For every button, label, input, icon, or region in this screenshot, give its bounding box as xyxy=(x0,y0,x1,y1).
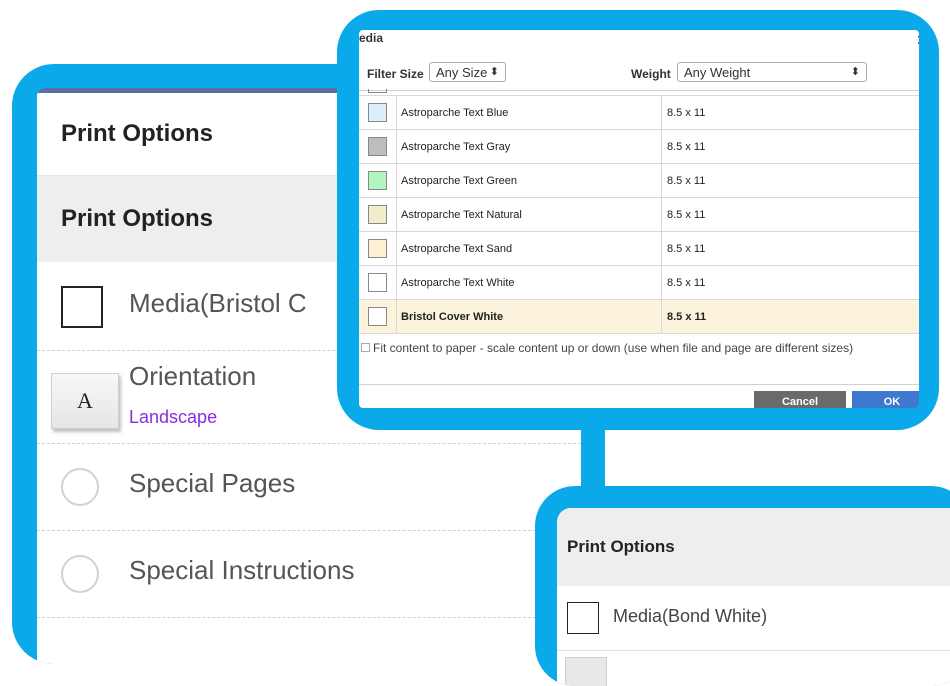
media-dialog: edia × Filter Size Any Size ⬍ Weight Any… xyxy=(359,30,919,408)
filter-bar: Filter Size Any Size ⬍ Weight Any Weight… xyxy=(359,58,919,91)
media-size: 8.5 x 11 xyxy=(661,129,919,164)
media-name: Astroparche Text Sand xyxy=(396,231,662,266)
media-size: 8.5 x 11 xyxy=(661,299,919,334)
color-swatch xyxy=(368,103,387,122)
media-label: Media(Bristol C xyxy=(129,288,307,318)
bottom-media-checkbox[interactable] xyxy=(567,602,599,634)
media-name: Bristol Cover White xyxy=(396,299,662,334)
orientation-value: Landscape xyxy=(129,407,218,427)
media-size: 8.5 x 11 xyxy=(661,96,919,130)
option-special-instructions[interactable]: Special Instructions xyxy=(37,531,581,618)
ok-button[interactable]: OK xyxy=(852,391,919,408)
color-swatch xyxy=(368,307,387,326)
media-checkbox[interactable] xyxy=(61,286,103,328)
fit-content-checkbox[interactable] xyxy=(361,343,370,353)
media-size: 8.5 x 11 xyxy=(661,265,919,300)
orientation-label: Orientation xyxy=(129,361,257,391)
bottom-option-orientation[interactable] xyxy=(557,651,950,686)
media-name: Astroparche Text Gray xyxy=(396,129,662,164)
size-select[interactable]: Any Size ⬍ xyxy=(429,62,506,82)
bottom-media-label: Media(Bond White) xyxy=(613,606,768,626)
scrolled-row-stub xyxy=(359,89,919,96)
special-pages-radio[interactable] xyxy=(61,468,99,506)
orientation-icon: A xyxy=(51,373,119,429)
media-row[interactable]: Astroparche Text Gray 8.5 x 11 xyxy=(359,129,919,164)
media-swatch-cell xyxy=(359,163,397,198)
special-pages-label: Special Pages xyxy=(129,468,296,498)
color-swatch xyxy=(368,273,387,292)
media-size: 8.5 x 11 xyxy=(661,231,919,266)
select-arrow-icon: ⬍ xyxy=(850,66,860,78)
media-name: Astroparche Text Natural xyxy=(396,197,662,232)
bottom-print-options-panel: Print Options Media(Bond White) xyxy=(557,508,950,686)
special-instructions-label: Special Instructions xyxy=(129,555,355,585)
media-swatch-cell xyxy=(359,299,397,334)
option-special-pages[interactable]: Special Pages xyxy=(37,444,581,531)
color-swatch xyxy=(368,137,387,156)
media-row[interactable]: Astroparche Text Blue 8.5 x 11 xyxy=(359,96,919,130)
media-size: 8.5 x 11 xyxy=(661,163,919,198)
media-dialog-frame: edia × Filter Size Any Size ⬍ Weight Any… xyxy=(337,10,939,430)
media-table: Astroparche Text Blue 8.5 x 11 Astroparche… xyxy=(359,96,919,334)
media-row[interactable]: Astroparche Text Sand 8.5 x 11 xyxy=(359,231,919,266)
media-swatch-cell xyxy=(359,129,397,164)
color-swatch xyxy=(368,239,387,258)
close-icon[interactable]: × xyxy=(916,30,919,51)
fit-content-option[interactable]: Fit content to paper - scale content up … xyxy=(359,334,919,357)
media-swatch-cell xyxy=(359,197,397,232)
cancel-button[interactable]: Cancel xyxy=(754,391,846,408)
weight-select[interactable]: Any Weight ⬍ xyxy=(677,62,867,82)
media-swatch-cell xyxy=(359,231,397,266)
fit-content-label: Fit content to paper - scale content up … xyxy=(373,341,854,355)
bottom-option-media[interactable]: Media(Bond White) xyxy=(557,586,950,651)
filter-size-label: Filter Size xyxy=(367,67,424,81)
special-instructions-radio[interactable] xyxy=(61,555,99,593)
dialog-header: edia × xyxy=(359,30,919,58)
bottom-orientation-icon xyxy=(565,657,607,686)
weight-label: Weight xyxy=(631,67,671,81)
bottom-panel-title: Print Options xyxy=(557,508,950,586)
size-select-value: Any Size xyxy=(436,65,488,80)
dialog-title: edia xyxy=(359,31,384,45)
dialog-footer: Cancel OK xyxy=(359,384,919,408)
media-name: Astroparche Text Blue xyxy=(396,96,662,130)
media-row[interactable]: Bristol Cover White 8.5 x 11 xyxy=(359,299,919,334)
media-row[interactable]: Astroparche Text Green 8.5 x 11 xyxy=(359,163,919,198)
media-size: 8.5 x 11 xyxy=(661,197,919,232)
media-row[interactable]: Astroparche Text White 8.5 x 11 xyxy=(359,265,919,300)
media-name: Astroparche Text Green xyxy=(396,163,662,198)
color-swatch xyxy=(368,171,387,190)
color-swatch xyxy=(368,205,387,224)
media-swatch-cell xyxy=(359,265,397,300)
select-arrow-icon: ⬍ xyxy=(489,66,499,78)
weight-select-value: Any Weight xyxy=(684,65,751,80)
bottom-print-options-frame: Print Options Media(Bond White) xyxy=(535,486,950,686)
media-swatch-cell xyxy=(359,96,397,130)
media-row[interactable]: Astroparche Text Natural 8.5 x 11 xyxy=(359,197,919,232)
media-name: Astroparche Text White xyxy=(396,265,662,300)
